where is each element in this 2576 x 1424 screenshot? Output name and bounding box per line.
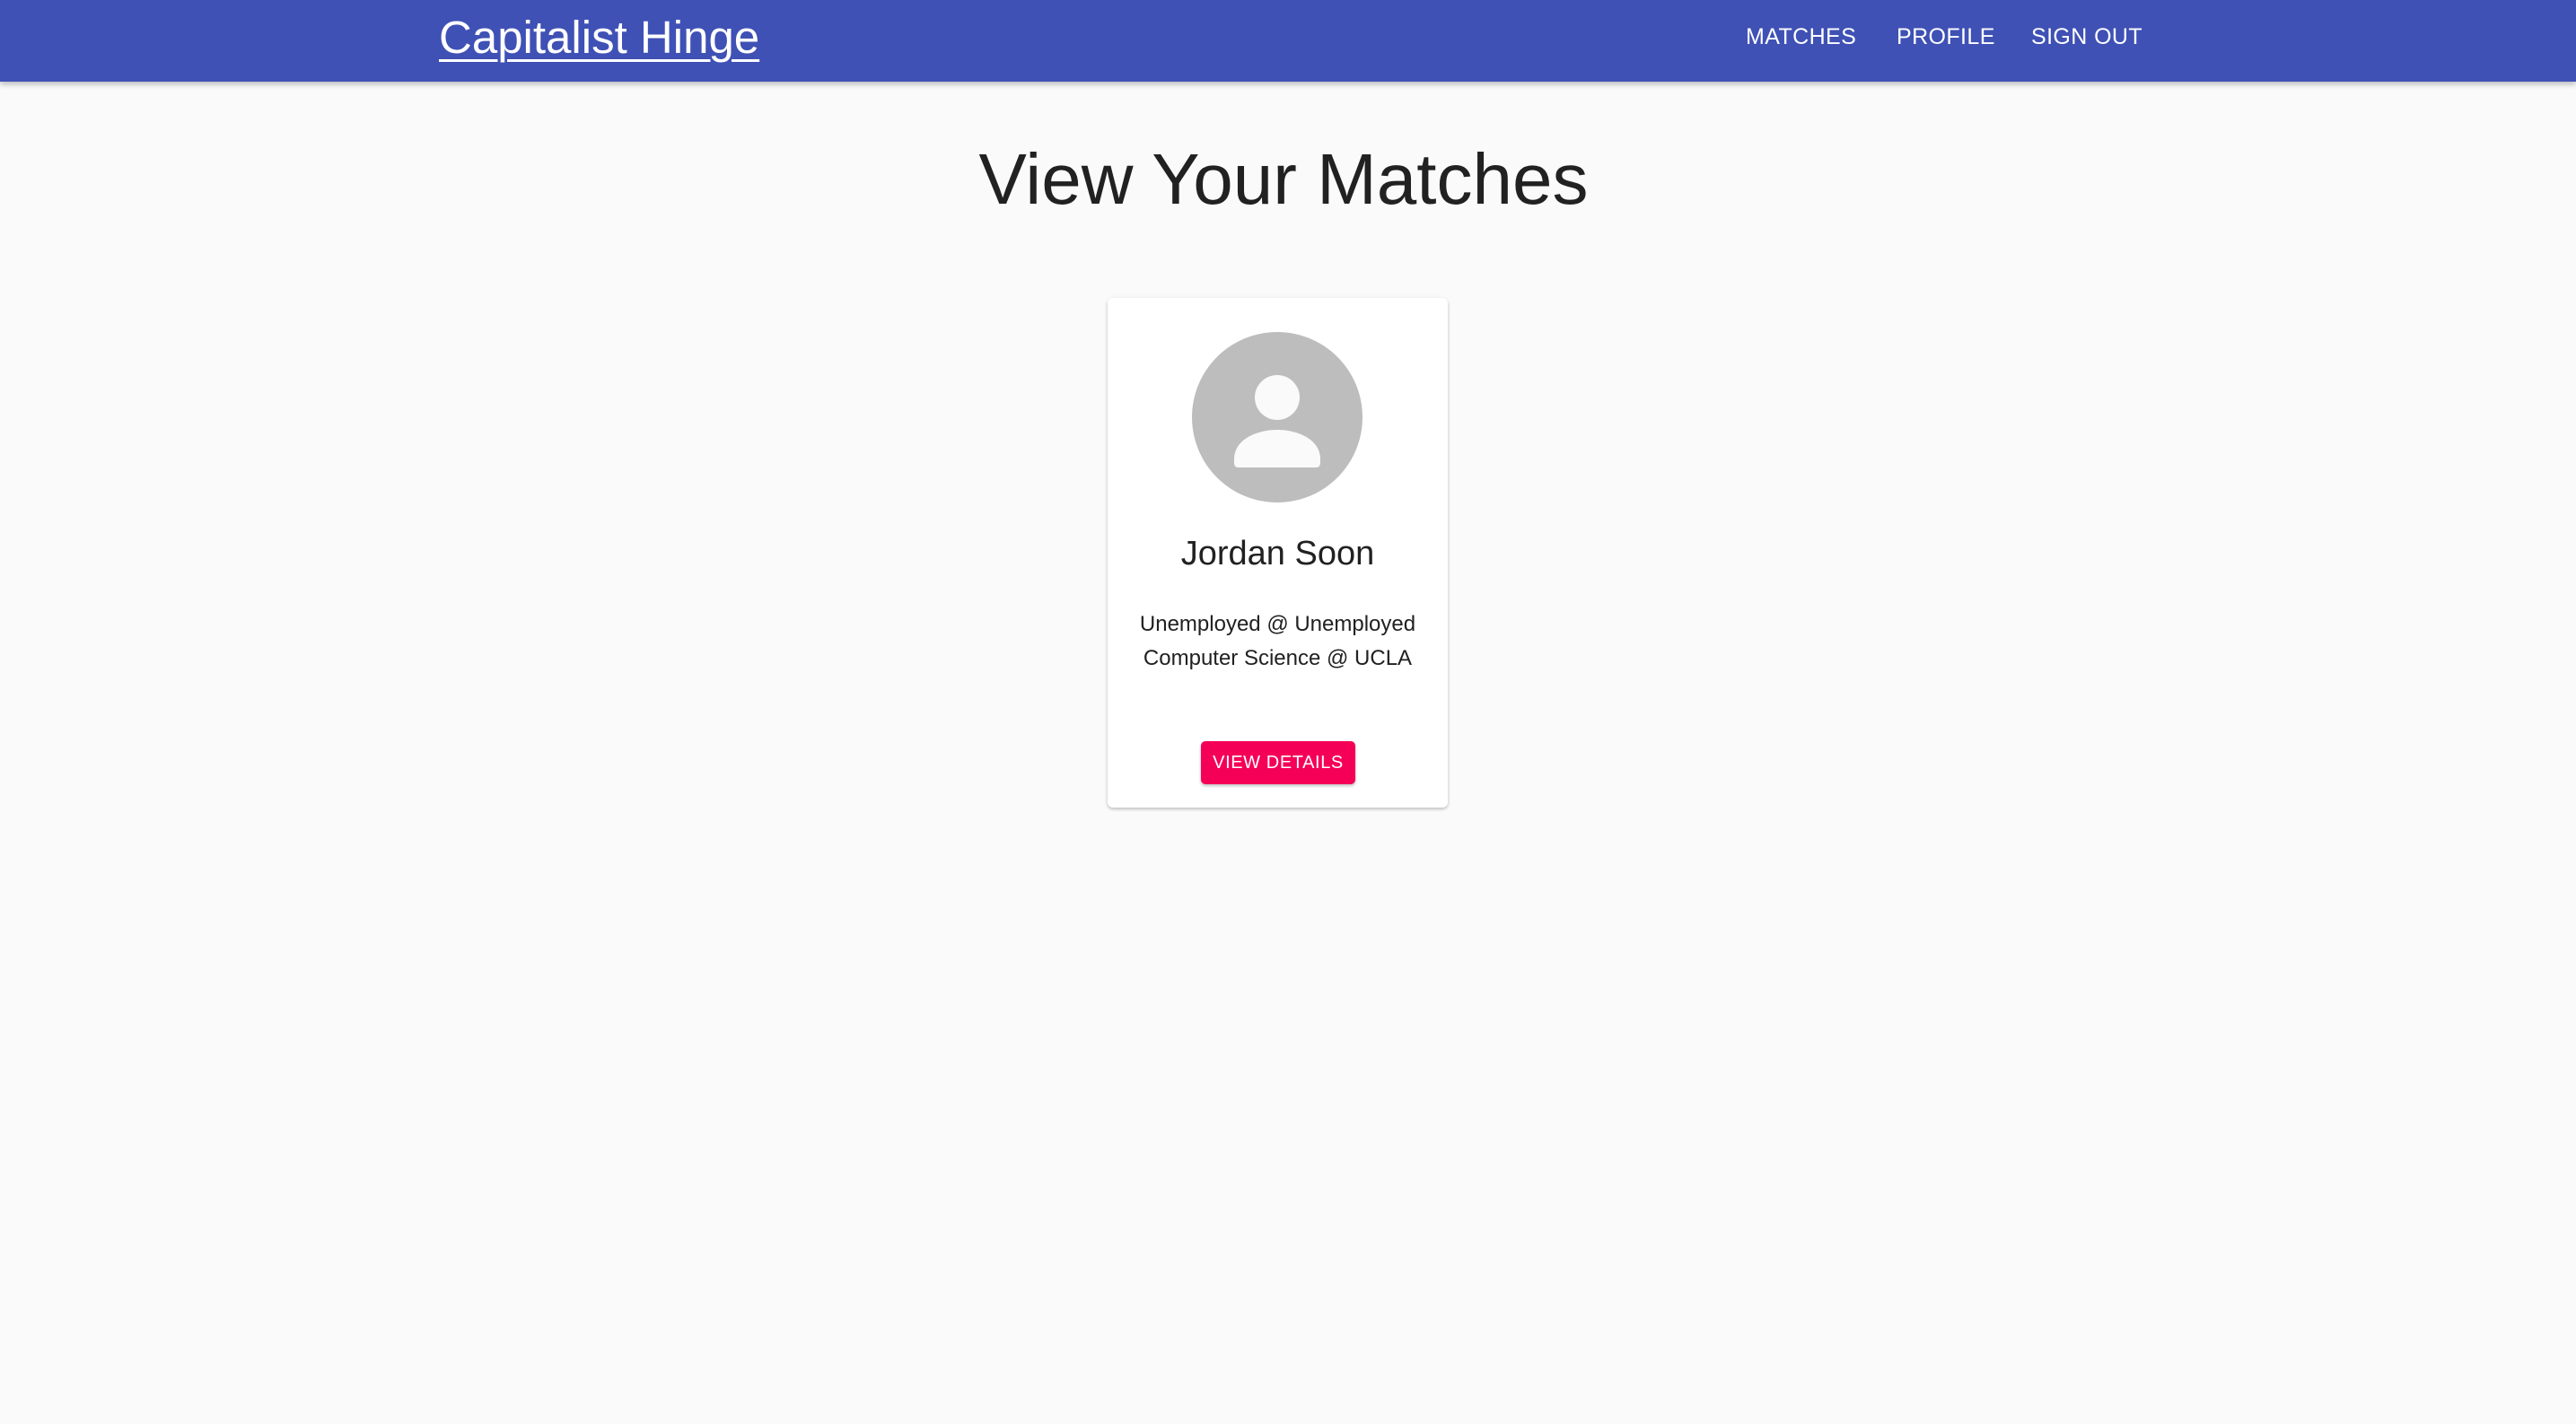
nav-sign-out-link[interactable]: SIGN OUT bbox=[2031, 22, 2142, 52]
match-school: Computer Science @ UCLA bbox=[1143, 646, 1413, 670]
nav-profile-link[interactable]: PROFILE bbox=[1897, 22, 1995, 52]
match-job: Unemployed @ Unemployed bbox=[1139, 612, 1416, 636]
person-icon bbox=[1234, 375, 1320, 467]
match-card: Jordan Soon Unemployed @ Unemployed Comp… bbox=[1108, 298, 1448, 808]
nav-matches-link[interactable]: MATCHES bbox=[1746, 22, 1856, 52]
page-title: View Your Matches bbox=[978, 139, 1589, 219]
view-details-button[interactable]: VIEW DETAILS bbox=[1201, 741, 1355, 784]
brand-link[interactable]: Capitalist Hinge bbox=[439, 9, 759, 66]
match-name: Jordan Soon bbox=[1180, 535, 1375, 572]
app-bar: Capitalist Hinge MATCHES PROFILE SIGN OU… bbox=[0, 0, 2576, 82]
avatar bbox=[1192, 332, 1362, 502]
